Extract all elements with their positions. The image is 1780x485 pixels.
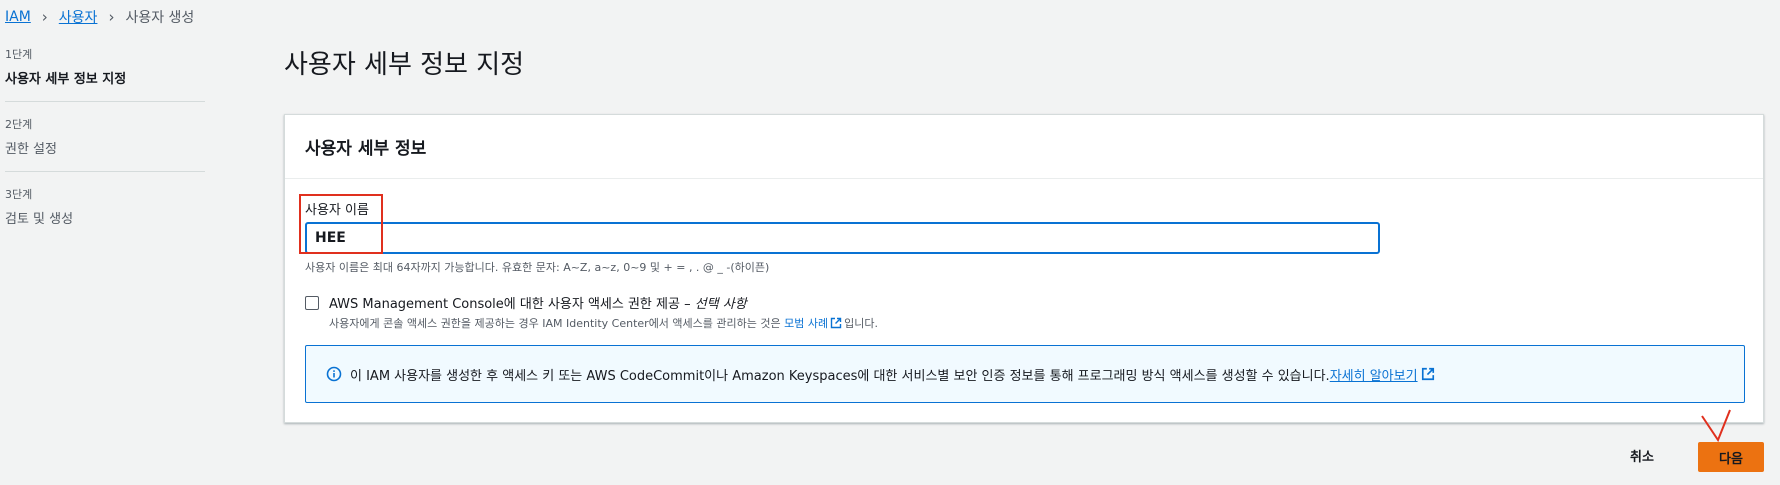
console-access-title[interactable]: AWS Management Console에 대한 사용자 액세스 권한 제공…	[329, 293, 878, 312]
breadcrumb-users-link[interactable]: 사용자	[59, 7, 98, 27]
step-number: 2단계	[5, 118, 33, 131]
info-alert: 이 IAM 사용자를 생성한 후 액세스 키 또는 AWS CodeCommit…	[305, 345, 1745, 403]
wizard-step-3[interactable]: 3단계 검토 및 생성	[5, 186, 205, 241]
learn-more-link[interactable]: 자세히 알아보기	[1330, 365, 1418, 384]
best-practices-link[interactable]: 모범 사례	[784, 317, 828, 330]
optional-label: 선택 사항	[694, 297, 747, 312]
step-label: 권한 설정	[5, 142, 57, 157]
wizard-step-1: 1단계 사용자 세부 정보 지정	[5, 46, 205, 102]
external-link-icon[interactable]	[1421, 367, 1435, 381]
user-details-panel: 사용자 세부 정보 사용자 이름 사용자 이름은 최대 64자까지 가능합니다.…	[284, 114, 1764, 423]
breadcrumb-iam-link[interactable]: IAM	[5, 9, 31, 25]
breadcrumb: IAM › 사용자 › 사용자 생성	[5, 7, 194, 27]
description-text: 사용자에게 콘솔 액세스 권한을 제공하는 경우 IAM Identity Ce…	[329, 317, 785, 330]
console-access-description: 사용자에게 콘솔 액세스 권한을 제공하는 경우 IAM Identity Ce…	[329, 315, 878, 331]
console-access-title-text: AWS Management Console에 대한 사용자 액세스 권한 제공…	[329, 297, 695, 312]
username-hint: 사용자 이름은 최대 64자까지 가능합니다. 유효한 문자: A~Z, a~z…	[305, 261, 770, 274]
info-icon	[326, 366, 342, 382]
console-access-checkbox[interactable]	[305, 296, 319, 310]
info-text: 이 IAM 사용자를 생성한 후 액세스 키 또는 AWS CodeCommit…	[350, 368, 1330, 384]
description-suffix: 입니다.	[844, 317, 878, 330]
external-link-icon[interactable]	[830, 317, 842, 329]
breadcrumb-current: 사용자 생성	[125, 10, 195, 26]
step-number: 1단계	[5, 48, 33, 61]
panel-header: 사용자 세부 정보	[285, 115, 1763, 179]
panel-title: 사용자 세부 정보	[305, 139, 427, 159]
cancel-button[interactable]: 취소	[1630, 446, 1654, 465]
step-label: 사용자 세부 정보 지정	[5, 72, 127, 87]
username-input[interactable]	[305, 222, 1380, 254]
step-label: 검토 및 생성	[5, 212, 74, 227]
step-number: 3단계	[5, 188, 33, 201]
username-label: 사용자 이름	[305, 203, 369, 218]
console-access-text: AWS Management Console에 대한 사용자 액세스 권한 제공…	[329, 293, 878, 331]
wizard-step-2[interactable]: 2단계 권한 설정	[5, 116, 205, 172]
page-title: 사용자 세부 정보 지정	[284, 50, 525, 80]
next-button[interactable]: 다음	[1698, 442, 1764, 472]
chevron-right-icon: ›	[41, 8, 48, 26]
chevron-right-icon: ›	[108, 8, 115, 26]
wizard-steps: 1단계 사용자 세부 정보 지정 2단계 권한 설정 3단계 검토 및 생성	[5, 46, 205, 255]
console-access-option: AWS Management Console에 대한 사용자 액세스 권한 제공…	[305, 293, 878, 331]
